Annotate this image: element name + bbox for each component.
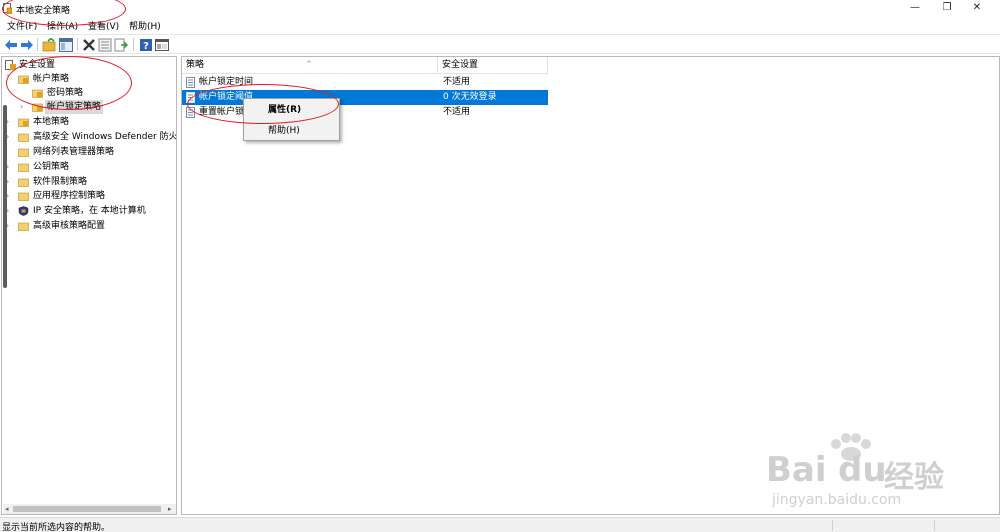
title-bar: 本地安全策略 — ❐ ✕ [0,0,1000,17]
delete-icon[interactable] [82,38,96,52]
watermark-brand: Bai [766,450,827,490]
tree-item-label: 高级安全 Windows Defender 防火墙 [33,132,177,142]
folder-icon [18,133,29,142]
watermark-cn: 经验 [884,460,944,495]
expand-arrow-icon[interactable]: › [6,115,15,129]
forward-arrow-icon[interactable] [20,38,34,52]
watermark-brand-2: du [838,450,887,490]
context-menu-help[interactable]: 帮助(H) [244,123,339,139]
status-text: 显示当前所选内容的帮助。 [2,523,111,532]
baidu-jingyan-watermark: Bai du 经验 jingyan.baidu.com [766,432,976,512]
close-button[interactable]: ✕ [962,0,992,17]
column-header-label: 安全设置 [442,60,479,70]
show-hide-tree-icon[interactable] [59,38,73,52]
export-list-icon[interactable] [114,38,128,52]
help-icon[interactable]: ? [139,38,153,52]
tree-item-label: IP 安全策略，在 本地计算机 [33,206,146,216]
annotation-circle-tree [6,56,132,110]
folder-icon [18,163,29,172]
folder-icon [18,192,29,201]
tree-item-label: 应用程序控制策略 [33,191,106,201]
status-separator [934,520,935,531]
expand-arrow-icon[interactable]: › [6,175,15,189]
back-arrow-icon[interactable] [4,38,18,52]
minimize-button[interactable]: — [900,0,930,17]
annotation-circle-threshold [187,84,339,124]
column-header-label: 策略 [186,60,205,70]
status-separator [832,520,833,531]
horizontal-scrollbar[interactable]: ◂ ▸ [3,504,176,514]
toolbar-separator [133,38,134,51]
up-folder-icon[interactable] [42,38,56,52]
tree-item-label: 公钥策略 [33,162,70,172]
toolbar-separator [37,38,38,51]
tree-item-label: 网络列表管理器策略 [33,147,115,157]
scrollbar-thumb[interactable] [13,506,161,512]
expand-arrow-icon[interactable]: › [6,204,15,218]
policy-setting: 0 次无效登录 [443,92,497,102]
column-header-setting[interactable]: 安全设置 [438,57,548,74]
maximize-button[interactable]: ❐ [932,0,962,17]
sort-ascending-icon: ^ [306,60,312,68]
ip-security-icon [18,206,29,216]
folder-icon [18,222,29,231]
console-icon[interactable] [155,38,169,52]
toolbar-separator [77,38,78,51]
expand-arrow-icon[interactable]: › [6,130,15,144]
expand-arrow-icon[interactable]: › [6,189,15,203]
pane-grip-handle[interactable] [3,105,7,288]
policy-setting: 不适用 [443,107,471,117]
tree-item-label: 本地策略 [33,117,70,127]
scroll-right-icon[interactable]: ▸ [168,504,172,514]
scroll-left-icon[interactable]: ◂ [5,504,9,514]
svg-text:?: ? [143,41,149,52]
column-header-policy[interactable]: 策略 ^ [182,57,438,74]
tree-item-label: 软件限制策略 [33,177,88,187]
watermark-url: jingyan.baidu.com [772,492,902,508]
menu-help[interactable]: 帮助(H) [129,19,161,32]
expand-arrow-icon[interactable]: › [6,219,15,233]
toolbar: ? [0,34,1000,54]
expand-arrow-icon[interactable]: › [6,160,15,174]
folder-icon [18,178,29,187]
properties-icon[interactable] [98,38,112,52]
status-bar: 显示当前所选内容的帮助。 [0,517,1000,532]
tree-pane[interactable]: 安全设置 ˅ 帐户策略 密码策略 › 帐户锁定策略 › 本地策略 › 高级安全 … [1,56,177,515]
folder-icon [18,148,29,157]
folder-lock-icon [18,118,29,127]
policy-item-icon [186,77,195,88]
policy-setting: 不适用 [443,77,471,87]
tree-item-label: 高级审核策略配置 [33,221,106,231]
menu-bar: 文件(F) 操作(A) 查看(V) 帮助(H) [0,17,1000,33]
